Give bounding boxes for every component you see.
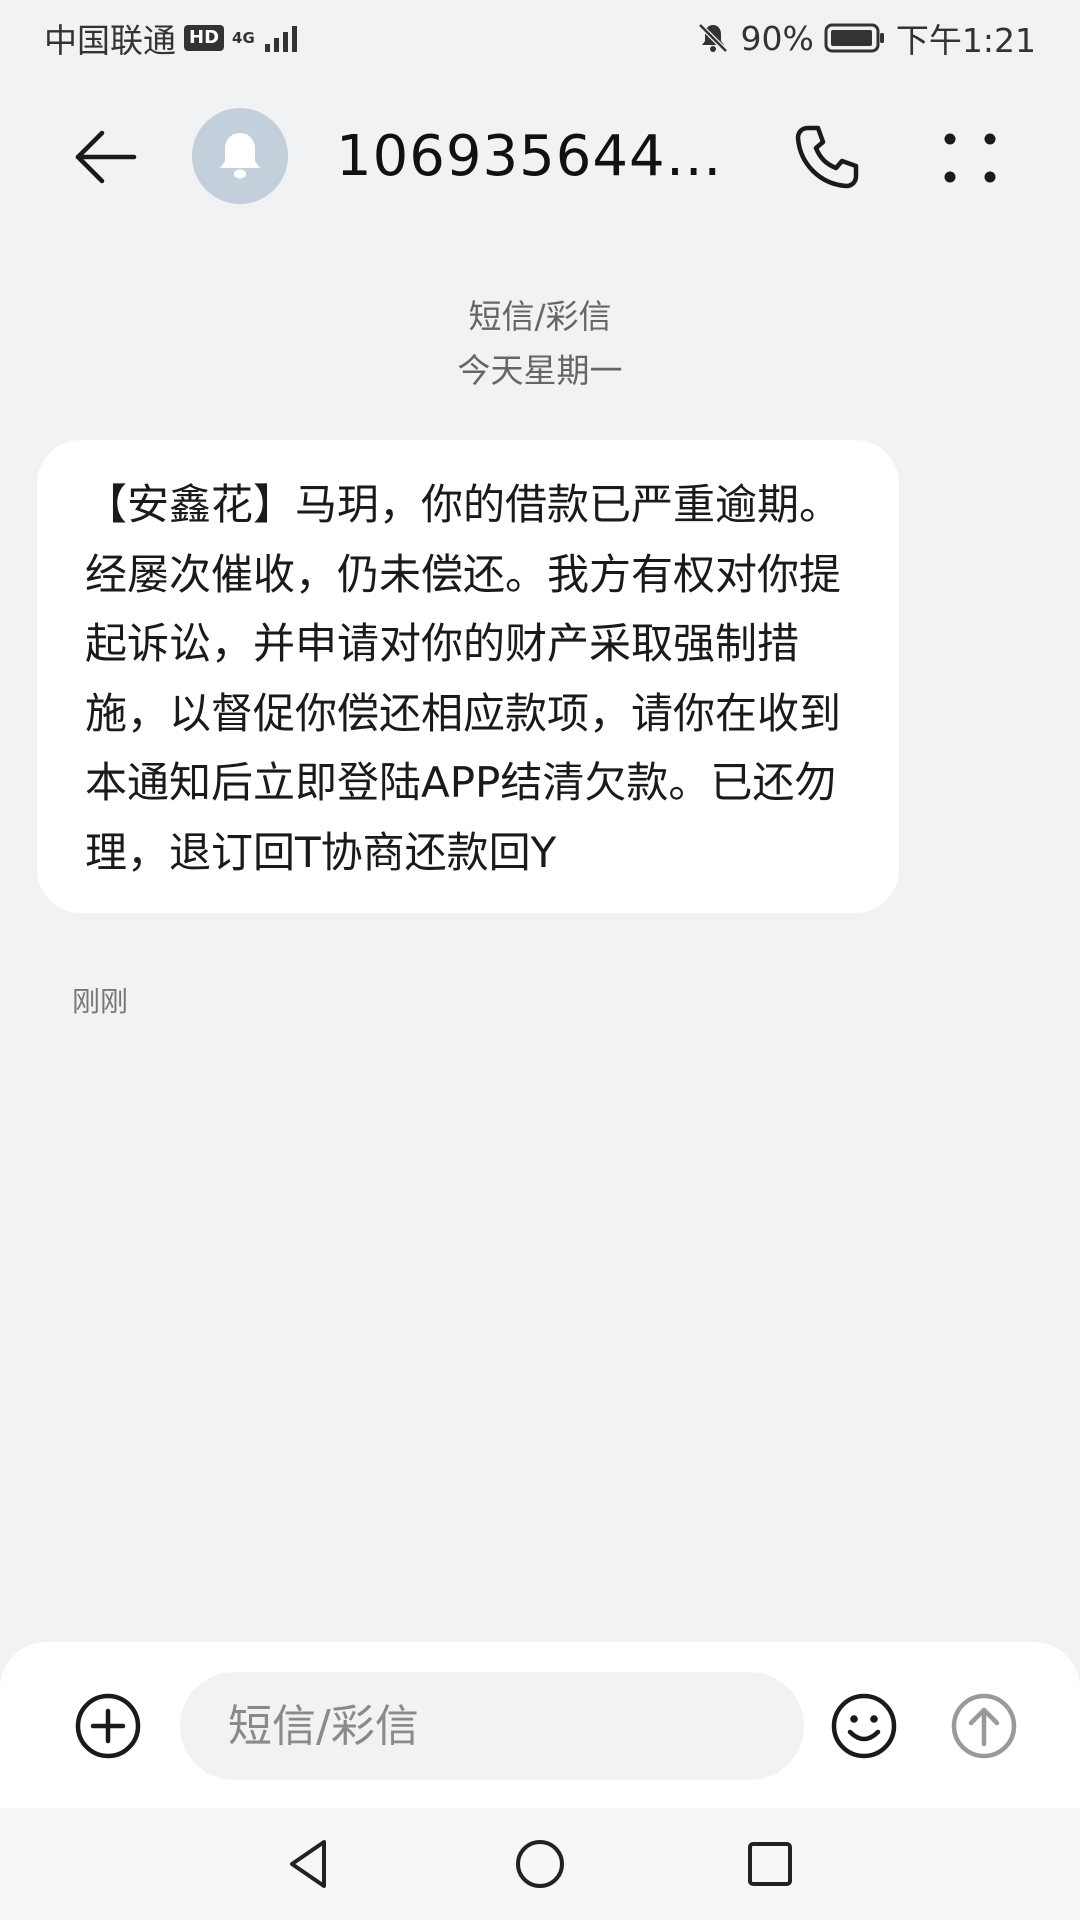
contact-avatar[interactable] bbox=[192, 108, 288, 204]
battery-percent: 90% bbox=[740, 18, 814, 58]
signal-icon bbox=[264, 26, 297, 52]
emoji-button[interactable] bbox=[830, 1692, 898, 1760]
conversation-header: 1069356444... bbox=[0, 92, 1080, 222]
add-attachment-button[interactable] bbox=[74, 1692, 142, 1760]
date-label: 今天星期一 bbox=[457, 351, 623, 390]
clock-time: 下午1:21 bbox=[895, 21, 1036, 60]
emoji-icon bbox=[831, 1693, 897, 1759]
message-bubble[interactable]: 【安鑫花】马玥，你的借款已严重逾期。经屡次催收，仍未偿还。我方有权对你提起诉讼，… bbox=[37, 440, 899, 913]
system-nav-bar bbox=[0, 1808, 1080, 1920]
more-options-button[interactable] bbox=[940, 120, 1000, 194]
carrier-name: 中国联通 bbox=[44, 21, 176, 60]
message-type-label: 短信/彩信 bbox=[468, 297, 612, 336]
message-input[interactable] bbox=[180, 1672, 804, 1780]
arrow-left-icon bbox=[75, 130, 137, 184]
status-right: 90% 下午1:21 bbox=[695, 14, 1036, 62]
nav-back-button[interactable] bbox=[282, 1836, 338, 1892]
hd-badge: HD bbox=[184, 25, 225, 51]
square-recents-icon bbox=[748, 1842, 792, 1886]
circle-home-icon bbox=[516, 1840, 564, 1888]
conversation-info: 短信/彩信 今天星期一 bbox=[0, 290, 1080, 398]
network-type: 4G bbox=[232, 28, 255, 47]
nav-home-button[interactable] bbox=[512, 1836, 568, 1892]
compose-bar bbox=[0, 1642, 1080, 1808]
status-left: 中国联通 HD 4G bbox=[44, 14, 305, 62]
bell-icon bbox=[220, 133, 260, 179]
call-button[interactable] bbox=[790, 120, 864, 194]
more-dots-icon bbox=[944, 133, 996, 183]
nav-recent-apps-button[interactable] bbox=[742, 1836, 798, 1892]
message-timestamp: 刚刚 bbox=[72, 985, 129, 1018]
contact-title[interactable]: 1069356444... bbox=[336, 122, 746, 192]
plus-circle-icon bbox=[75, 1693, 141, 1759]
phone-icon bbox=[795, 125, 859, 189]
arrow-up-circle-icon bbox=[951, 1693, 1017, 1759]
back-button[interactable] bbox=[70, 122, 140, 192]
bell-muted-icon bbox=[697, 23, 728, 53]
send-button[interactable] bbox=[950, 1692, 1018, 1760]
battery-icon bbox=[824, 23, 884, 53]
triangle-back-icon bbox=[290, 1840, 326, 1888]
status-bar: 中国联通 HD 4G 90% 下午1:21 bbox=[0, 0, 1080, 76]
